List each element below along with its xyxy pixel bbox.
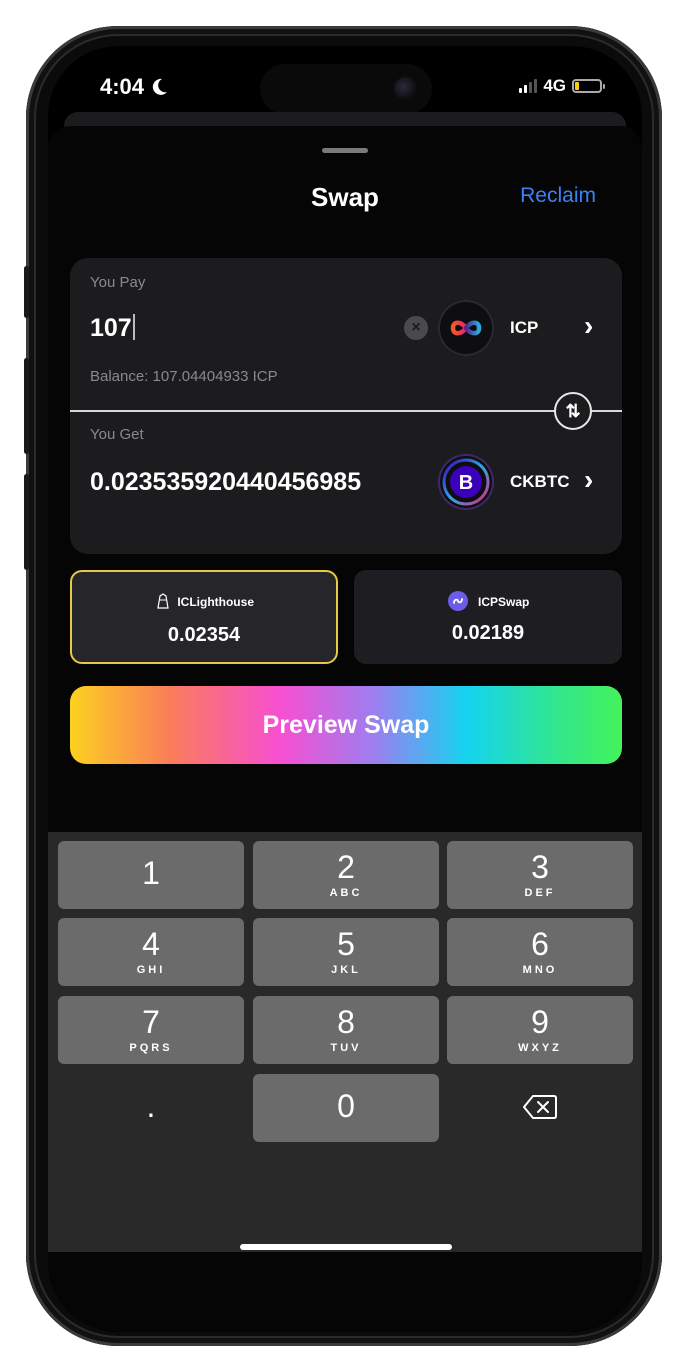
camera (394, 77, 418, 101)
you-get-label: You Get (90, 426, 144, 443)
quote-provider: ICLighthouse (72, 592, 336, 610)
home-indicator[interactable] (240, 1244, 452, 1250)
pay-token-name[interactable]: ICP (510, 318, 538, 338)
key-delete[interactable] (447, 1074, 633, 1142)
ckbtc-token-icon[interactable]: B (440, 456, 492, 508)
quote-icpswap[interactable]: ICPSwap 0.02189 (354, 570, 622, 664)
lighthouse-icon (157, 593, 169, 609)
signal-icon (519, 79, 538, 93)
screen: 4:04 4G Swap Reclaim You Pay 107 × ICP ›… (48, 46, 642, 1332)
get-token-name[interactable]: CKBTC (510, 472, 570, 492)
swap-direction-icon[interactable]: ⇅ (554, 392, 592, 430)
key-decimal[interactable]: . (58, 1074, 244, 1142)
reclaim-button[interactable]: Reclaim (520, 184, 596, 208)
key-8[interactable]: 8 TUV (253, 996, 439, 1064)
network-type: 4G (543, 76, 566, 95)
volume-up-button (24, 358, 29, 454)
quote-provider: ICPSwap (354, 590, 622, 612)
key-0[interactable]: 0 (253, 1074, 439, 1142)
dynamic-island (260, 64, 432, 114)
quote-value: 0.02189 (451, 622, 525, 644)
quote-value: 0.02354 (167, 624, 241, 646)
status-indicators: 4G (519, 76, 605, 96)
icpswap-icon (447, 591, 468, 611)
volume-down-button (24, 474, 29, 570)
key-2[interactable]: 2 ABC (253, 841, 439, 909)
key-4[interactable]: 4 GHI (58, 918, 244, 986)
svg-text:B: B (459, 472, 473, 494)
numeric-keypad: 1 2 ABC 3 DEF 4 GHI 5 JKL 6 MNO 7 PQRS 8 TUV 9W… (48, 832, 642, 1252)
key-5[interactable]: 5 JKL (253, 918, 439, 986)
key-9[interactable]: 9 WXYZ (447, 996, 633, 1064)
key-7[interactable]: 7 PQRS (58, 996, 244, 1064)
key-1[interactable]: 1 (58, 841, 244, 909)
divider-line (70, 410, 622, 412)
key-6[interactable]: 6 MNO (447, 918, 633, 986)
battery-icon (572, 79, 605, 93)
key-3[interactable]: 3 DEF (447, 841, 633, 909)
clear-icon[interactable]: × (404, 316, 428, 340)
pay-amount-input[interactable]: 107 (90, 314, 135, 343)
get-amount: 0.023535920440456985 (90, 468, 362, 496)
you-pay-label: You Pay (90, 274, 146, 291)
action-button (24, 266, 29, 318)
sheet-grabber[interactable] (322, 148, 368, 153)
chevron-right-icon[interactable]: › (584, 464, 593, 496)
icp-token-icon[interactable] (440, 302, 492, 354)
chevron-right-icon[interactable]: › (584, 310, 593, 342)
text-caret (132, 314, 135, 340)
moon-icon (152, 78, 168, 95)
swap-card: You Pay 107 × ICP › Balance: 107.0440493… (70, 258, 622, 554)
balance-text: Balance: 107.04404933 ICP (90, 368, 278, 385)
preview-swap-button[interactable]: Preview Swap (70, 686, 622, 764)
backspace-icon (523, 1095, 557, 1119)
quote-iclighthouse[interactable]: ICLighthouse 0.02354 (70, 570, 338, 664)
status-time: 4:04 (100, 74, 168, 100)
